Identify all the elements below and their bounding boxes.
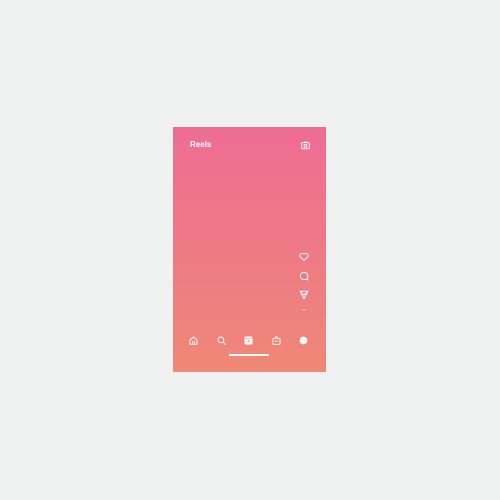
search-icon[interactable]	[217, 336, 226, 345]
home-icon[interactable]	[189, 336, 198, 345]
reels-screen: Reels	[173, 127, 326, 372]
bottom-nav	[173, 336, 326, 346]
reel-actions	[299, 252, 310, 309]
shop-icon[interactable]	[272, 336, 281, 345]
camera-icon[interactable]	[301, 141, 310, 150]
send-icon[interactable]	[299, 290, 309, 300]
more-icon[interactable]	[299, 307, 309, 313]
reels-icon[interactable]	[244, 336, 253, 345]
page-title: Reels	[190, 140, 212, 149]
heart-icon[interactable]	[299, 252, 309, 262]
home-indicator	[229, 354, 269, 356]
profile-avatar-icon[interactable]	[299, 336, 308, 345]
comment-icon[interactable]	[299, 271, 309, 281]
